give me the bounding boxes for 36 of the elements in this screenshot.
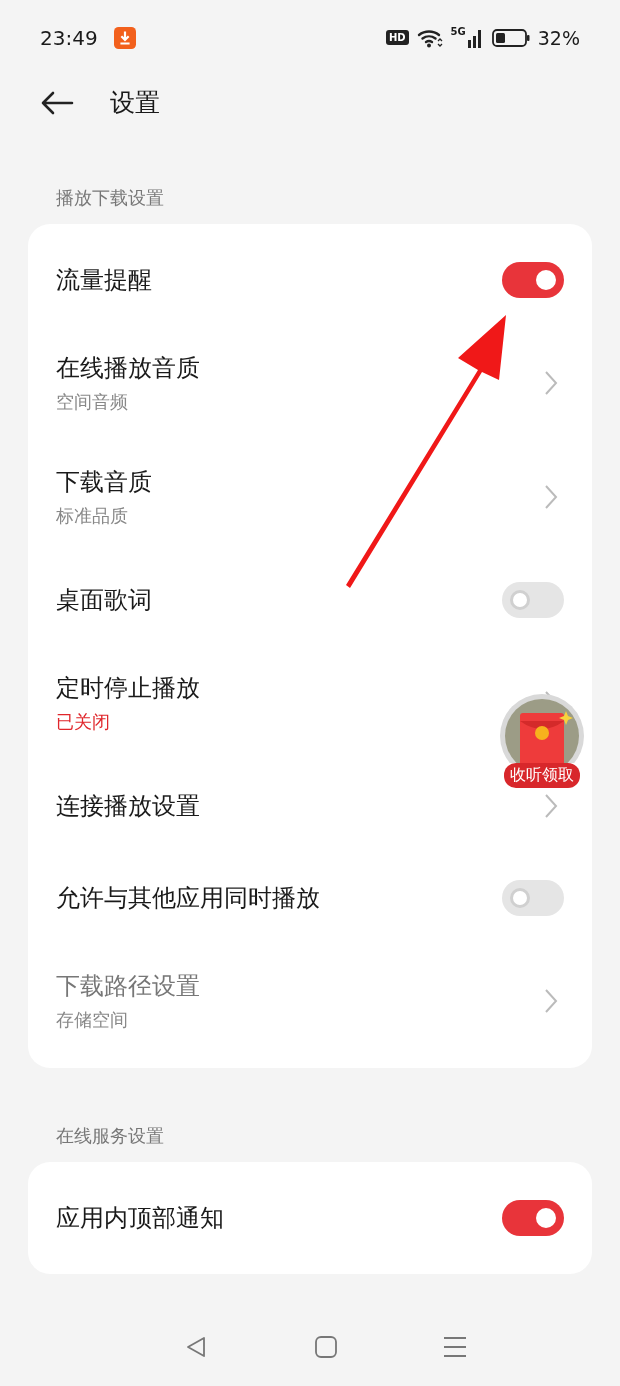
toggle-switch[interactable] [502,262,564,298]
section-title: 在线服务设置 [55,1124,165,1148]
row-value: 标准品质 [56,504,129,528]
download-icon [113,26,136,49]
row-label: 下载音质 [56,467,152,498]
toggle-switch[interactable] [502,880,564,916]
back-button[interactable] [40,90,74,115]
section-title: 播放下载设置 [55,186,165,210]
chevron-icon [544,988,558,1014]
row-label: 流量提醒 [56,265,152,296]
menu-icon[interactable] [444,1336,467,1358]
row-label: 下载路径设置 [56,971,200,1002]
row-label: 在线播放音质 [56,353,200,384]
row-label: 定时停止播放 [56,673,200,704]
row-label: 允许与其他应用同时播放 [56,883,320,914]
network-label: 5G [450,26,466,37]
row-value: 存储空间 [56,1008,129,1032]
battery-icon [491,27,530,48]
chevron-icon [544,484,558,510]
reward-label[interactable]: 收听领取 [504,763,580,788]
row-value: 已关闭 [56,710,111,734]
battery-percent: 32% [537,26,580,49]
row-label: 桌面歌词 [56,585,152,616]
toggle-switch[interactable] [502,1200,564,1236]
toggle-switch[interactable] [502,582,564,618]
hd-badge: HD [385,30,409,45]
chevron-icon [544,370,558,396]
signal-icon [467,27,484,48]
row-label: 连接播放设置 [56,791,200,822]
home-nav-icon[interactable] [315,1336,337,1358]
row-label: 应用内顶部通知 [56,1203,224,1234]
status-time: 23:49 [40,25,98,50]
wifi-icon [416,27,443,48]
row-value: 空间音频 [56,390,129,414]
chevron-icon [544,793,558,819]
page-title: 设置 [110,87,160,119]
